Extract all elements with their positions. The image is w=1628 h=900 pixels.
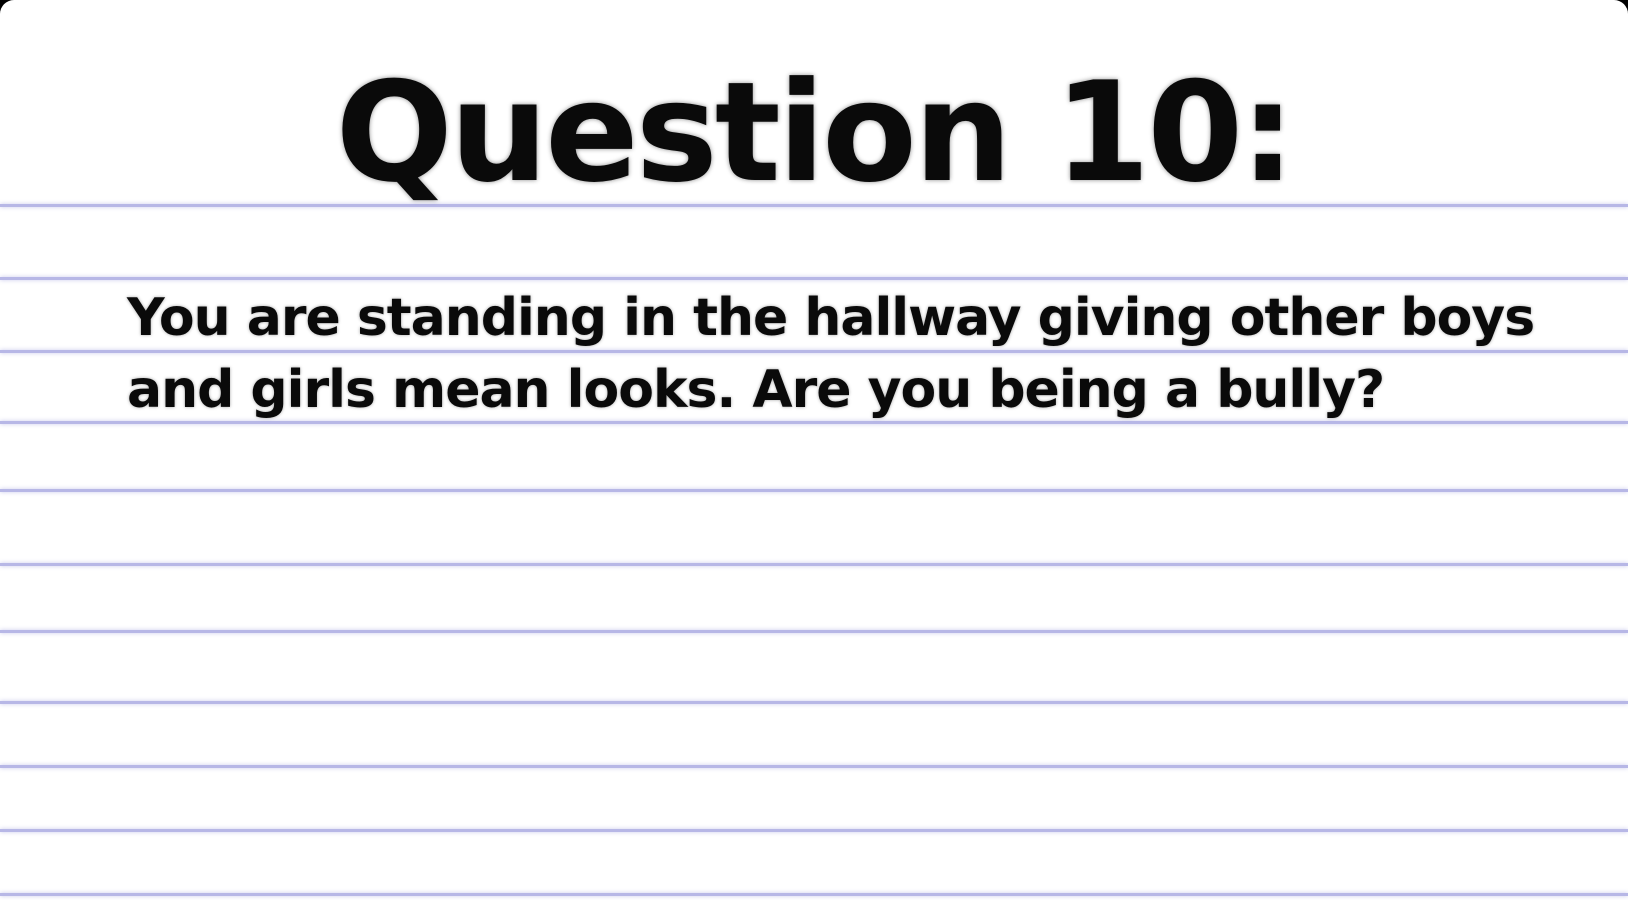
- paper-rule-line: [0, 277, 1628, 280]
- paper-rule-line: [0, 829, 1628, 832]
- slide: Question 10: You are standing in the hal…: [0, 0, 1628, 900]
- paper-rule-line: [0, 701, 1628, 704]
- question-text: You are standing in the hallway giving o…: [127, 288, 1535, 420]
- notebook-paper: Question 10: You are standing in the hal…: [0, 0, 1628, 900]
- paper-rule-line: [0, 563, 1628, 566]
- paper-rule-line: [0, 765, 1628, 768]
- paper-rule-line: [0, 489, 1628, 492]
- slide-title: Question 10:: [335, 52, 1296, 213]
- paper-rule-line: [0, 893, 1628, 896]
- paper-rule-line: [0, 630, 1628, 633]
